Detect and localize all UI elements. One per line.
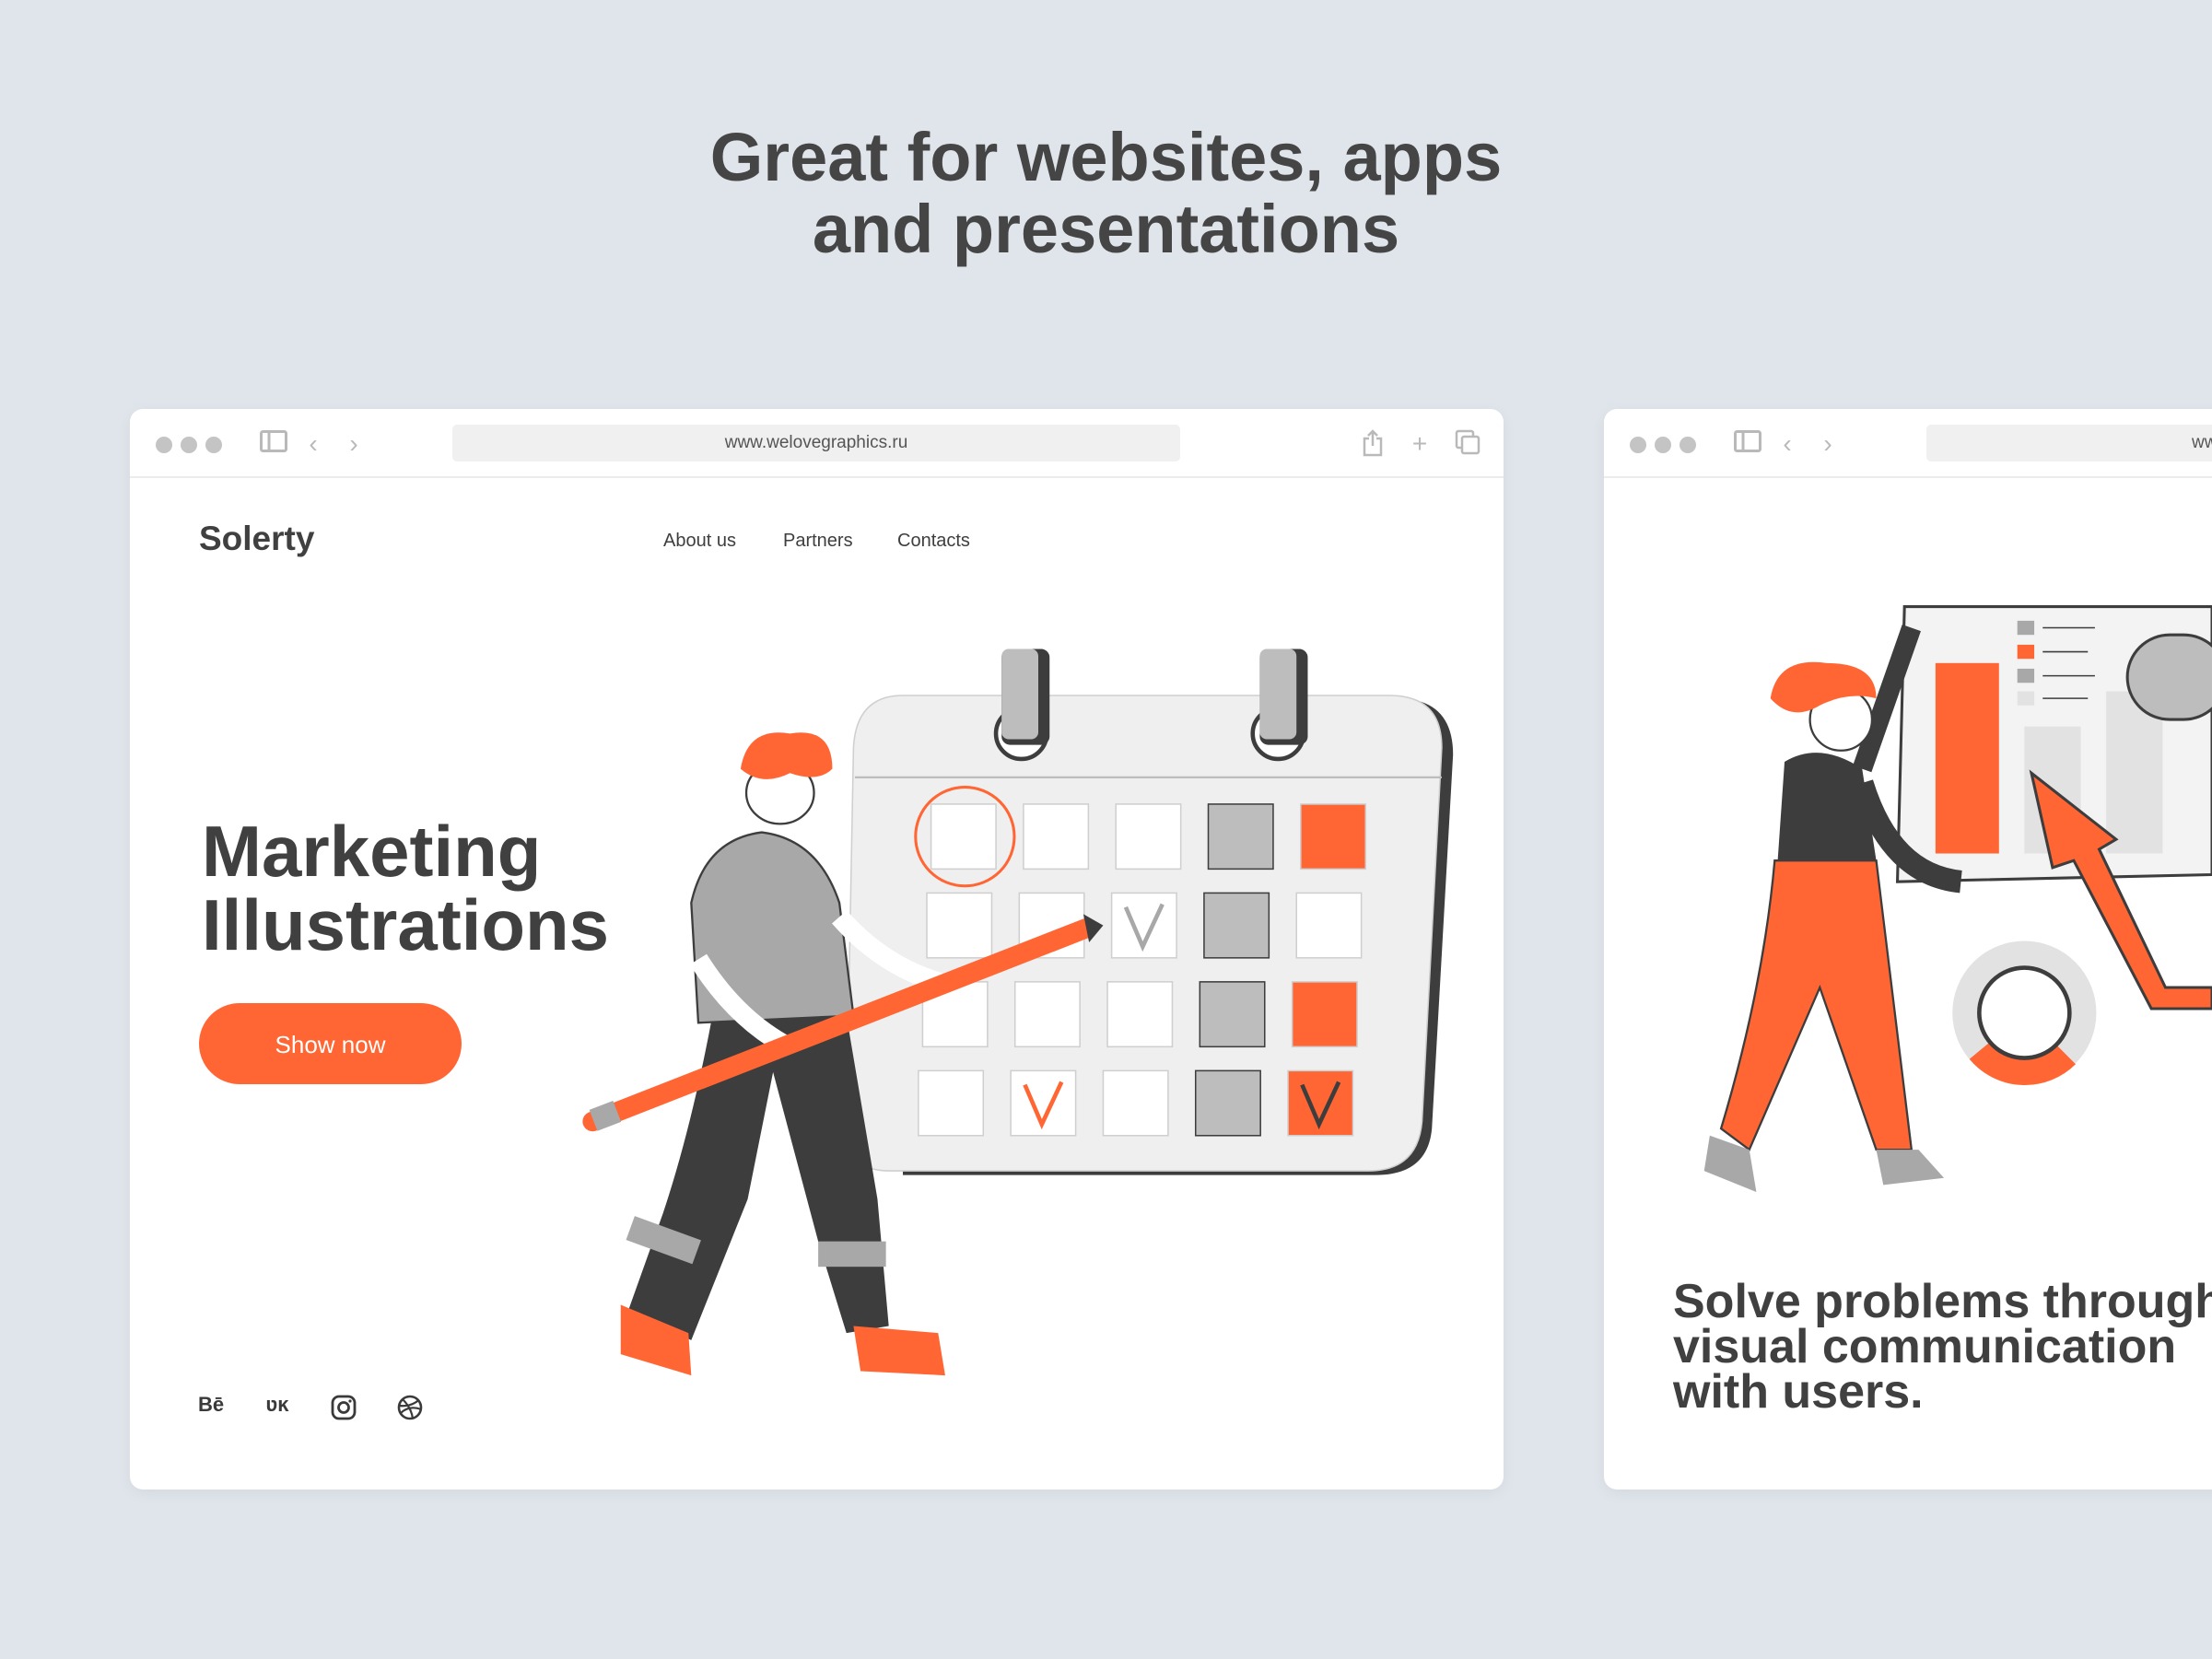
calendar-day [1207,803,1274,870]
calendar-day [1023,803,1090,870]
calendar-day [1013,981,1081,1048]
calendar-day [918,1069,985,1137]
calendar-day [1115,803,1182,870]
calendar-day [1199,981,1266,1048]
calendar-day [930,803,997,870]
calendar-day [1106,981,1174,1048]
calendar-day [1291,981,1358,1048]
illustrations [582,605,2212,1376]
calendar-day [1295,892,1363,959]
person-with-chart [1703,605,2212,1193]
calendar-day [1203,892,1270,959]
calendar-illustration [845,648,1454,1175]
calendar-day [1300,803,1367,870]
calendar-day [1102,1069,1169,1137]
calendar-day [926,892,993,959]
calendar-day [1194,1069,1261,1137]
